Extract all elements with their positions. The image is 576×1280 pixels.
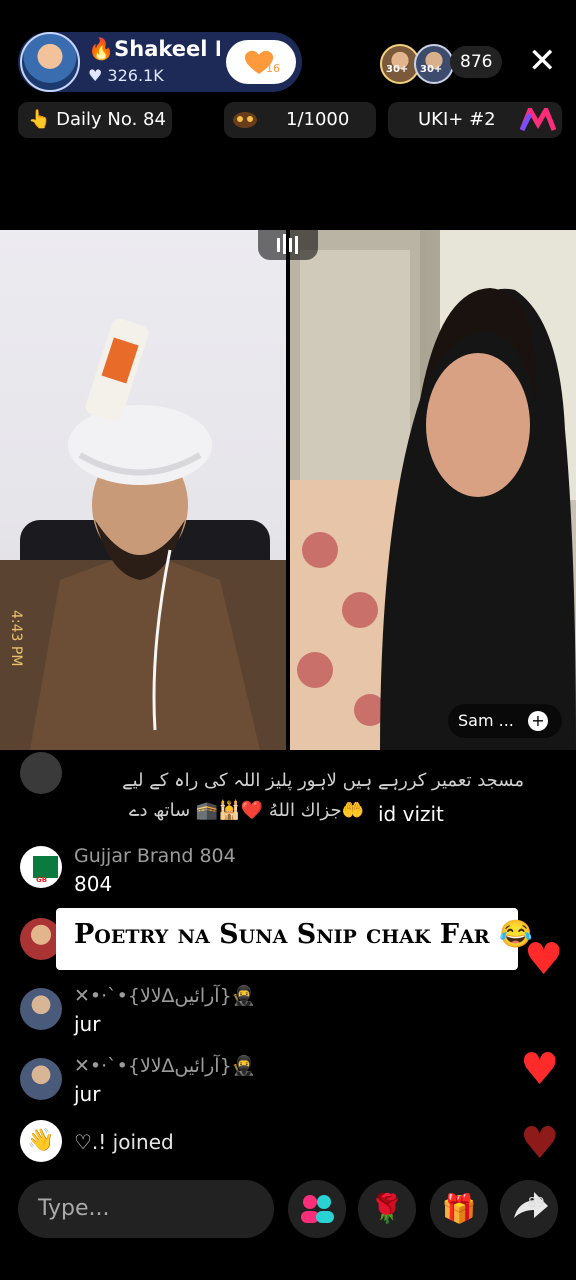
guest-name-tag[interactable]: Sam ... + (448, 704, 562, 738)
chat-username-3[interactable]: ✕•·`•{آرائیں∆لالا}🥷 (74, 1054, 255, 1077)
chat-avatar-2[interactable] (20, 988, 62, 1030)
wave-hand-icon: 👋 (20, 1120, 62, 1162)
gift-icon: 🎁 (441, 1192, 477, 1225)
region-rank-label: UKI+ #2 (418, 109, 496, 130)
guest-name: Sam ... (458, 711, 514, 730)
floating-heart-icon-3: ♥ (520, 1118, 560, 1169)
rose-icon: 🌹 (369, 1192, 405, 1225)
chat-message-3: jur (74, 1082, 101, 1106)
goal-progress-text: 1/1000 (286, 109, 350, 130)
heart-follow-icon: 16 (244, 50, 280, 75)
m-brand-icon (519, 104, 557, 145)
chat-avatar-top[interactable] (20, 752, 62, 794)
floating-heart-icon-2: ♥ (520, 1044, 560, 1095)
follow-button[interactable]: 16 (226, 40, 296, 84)
guest-video-illustration (290, 230, 576, 750)
mask-icon (232, 108, 258, 132)
rose-gift-button[interactable]: 🌹 (358, 1180, 416, 1238)
follow-badge: 16 (266, 62, 280, 75)
chat-message-1: 804 (74, 872, 113, 896)
host-video-feed[interactable]: 4:43 PM (0, 230, 286, 750)
multi-guest-button[interactable] (288, 1180, 346, 1238)
share-button[interactable]: 89 (500, 1180, 558, 1238)
floating-heart-icon-1: ♥ (524, 934, 564, 985)
host-name: 🔥Shakeel M (88, 37, 220, 61)
add-guest-icon[interactable]: + (528, 711, 548, 731)
daily-rank-chip[interactable]: 👆 Daily No. 84 (18, 102, 172, 138)
video-time-overlay: 4:43 PM (8, 610, 24, 667)
chat-message-urdu-line2: 🤲جزاك اللهُ ❤️🕌🕋 ساتھ دے (128, 800, 364, 821)
viewer-badge-2: 30+ (420, 64, 443, 75)
guest-video-feed[interactable] (290, 230, 576, 750)
chat-message-2: jur (74, 1012, 101, 1036)
host-avatar[interactable] (20, 32, 80, 92)
top-viewer-avatar-2[interactable]: 30+ (414, 44, 454, 84)
close-icon[interactable]: ✕ (528, 44, 557, 78)
comment-input[interactable]: Type... (18, 1180, 274, 1238)
layout-switch-icon[interactable] (258, 228, 318, 260)
chat-avatar-1[interactable]: GB (20, 846, 62, 888)
goal-progress-chip[interactable]: 1/1000 (224, 102, 376, 138)
chat-avatar-3[interactable] (20, 1058, 62, 1100)
chat-message-urdu: مسجد تعمیر کررہے ہیں لاہور پلیز اللہ کی … (122, 770, 524, 791)
hand-icon: 👆 (28, 109, 51, 130)
chat-username-2[interactable]: ✕•·`•{آرائیں∆لالا}🥷 (74, 984, 255, 1007)
joined-notice: ♡.! joined (74, 1130, 174, 1154)
viewer-badge-1: 30+ (386, 64, 409, 75)
guests-icon (301, 1195, 334, 1223)
viewer-count[interactable]: 876 (450, 46, 503, 78)
chat-username-1[interactable]: Gujjar Brand 804 (74, 845, 236, 867)
region-rank-chip[interactable]: UKI+ #2 (388, 102, 562, 138)
share-count: 89 (528, 1196, 545, 1211)
host-video-illustration (0, 318, 286, 750)
host-like-count: ♥ 326.1K (88, 66, 164, 85)
svg-text:GB: GB (36, 876, 47, 884)
daily-rank-label: Daily No. 84 (56, 109, 166, 130)
gift-button[interactable]: 🎁 (430, 1180, 488, 1238)
chat-message-extra: id vizit (378, 802, 444, 826)
pinned-comment-text: Poetry na Suna Snip chak Far 😂 (74, 919, 533, 950)
